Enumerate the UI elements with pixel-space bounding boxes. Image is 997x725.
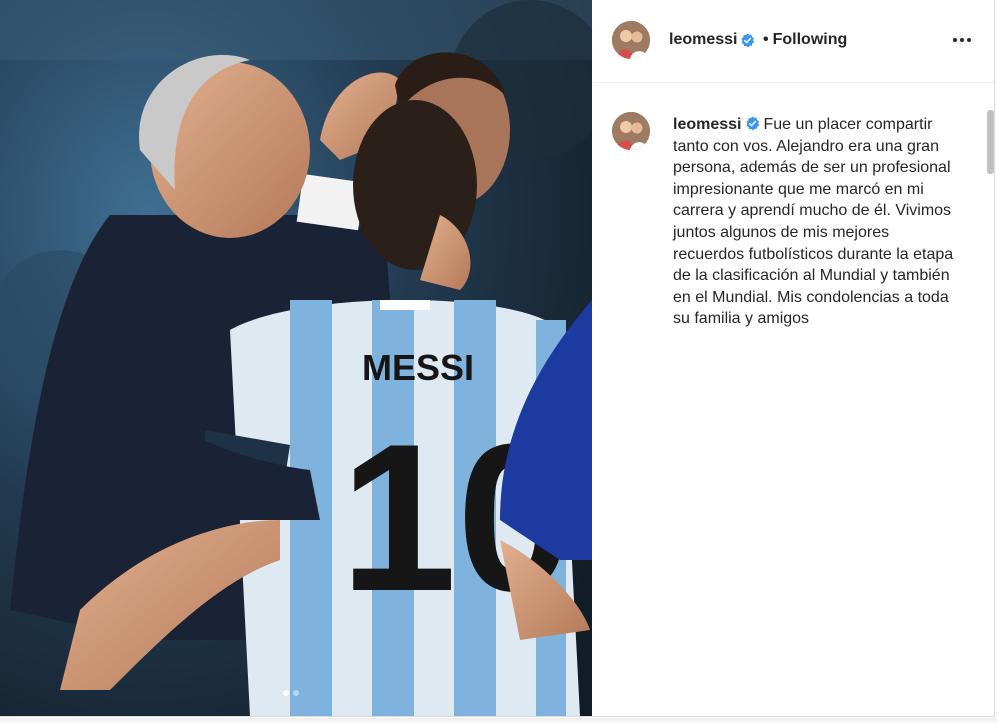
post-photo-illustration: MESSI 10 [0,0,592,716]
page-bottom-edge [0,718,997,725]
caption-body: Fue un placer compartir tanto con vos. A… [673,116,954,328]
more-options-icon[interactable] [948,28,976,52]
carousel-indicator [283,690,299,696]
carousel-dot-active [283,690,289,696]
caption-text: leomessi Fue un placer compartir tanto c… [673,114,963,330]
avatar-image [612,21,650,59]
jersey-name-text: MESSI [362,347,474,388]
carousel-dot [293,690,299,696]
header-username[interactable]: leomessi [669,31,737,49]
caption-section: leomessi Fue un placer compartir tanto c… [593,84,994,344]
verified-badge-icon [746,116,760,131]
caption-username[interactable]: leomessi [673,116,741,133]
caption-avatar[interactable] [612,112,650,150]
follow-status-label: Following [772,31,848,48]
user-avatar[interactable] [612,21,650,59]
post-header: leomessi • Following [593,0,994,83]
verified-badge-icon [741,33,755,48]
avatar-image [612,112,650,150]
post-photo[interactable]: MESSI 10 [0,0,592,716]
follow-status-button[interactable]: • Following [763,31,847,49]
caption-scrollbar[interactable] [987,110,994,174]
instagram-post: MESSI 10 leomessi • Following leomessi F… [0,0,995,717]
